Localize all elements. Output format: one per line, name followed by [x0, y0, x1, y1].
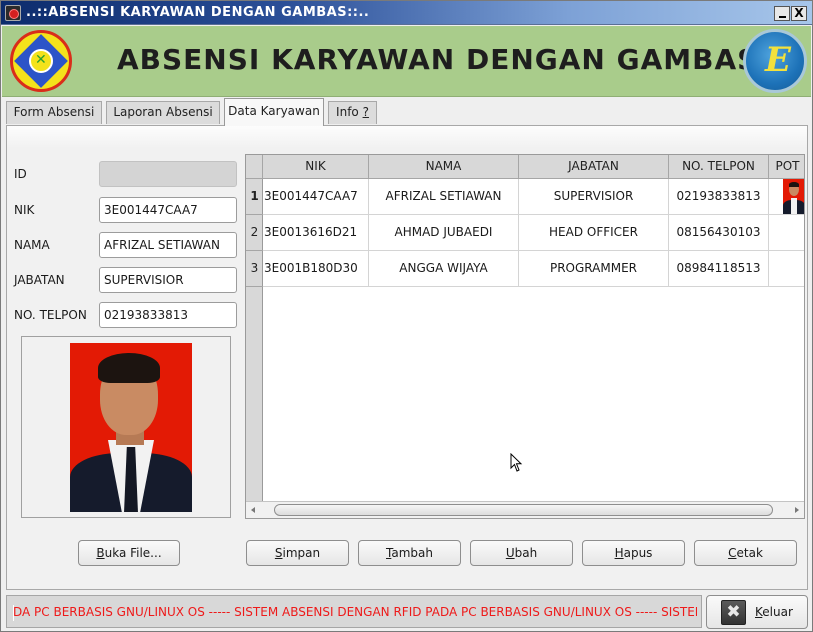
column-header-jabatan[interactable]: JABATAN [519, 155, 669, 179]
tab-info-hotkey: ? [362, 105, 369, 119]
scroll-right-arrow-icon[interactable] [795, 507, 799, 513]
window-title: ..::ABSENSI KARYAWAN DENGAN GAMBAS::.. [26, 5, 370, 20]
mouse-cursor-icon [510, 453, 523, 472]
column-header-poto[interactable]: POT [769, 155, 804, 179]
close-x-icon: ✖ [721, 600, 746, 625]
campus-emblem-logo-icon [10, 30, 72, 92]
app-window: ..::ABSENSI KARYAWAN DENGAN GAMBAS::.. X… [0, 0, 813, 632]
employee-photo-thumbnail [783, 179, 804, 214]
id-field [99, 161, 237, 187]
tab-data-karyawan[interactable]: Data Karyawan [224, 98, 324, 126]
tambah-button[interactable]: Tambah [358, 540, 461, 566]
id-label: ID [14, 167, 27, 181]
tab-info[interactable]: Info ? [328, 101, 377, 124]
column-header-nik[interactable]: NIK [263, 155, 369, 179]
nik-label: NIK [14, 203, 35, 217]
table-cell-poto[interactable] [769, 179, 804, 215]
marquee-text: DA PC BERBASIS GNU/LINUX OS ----- SISTEM… [13, 605, 697, 619]
jabatan-label: JABATAN [14, 273, 65, 287]
table-cell-poto[interactable] [769, 215, 804, 251]
table-cell-nik[interactable]: 3E001447CAA7 [263, 179, 369, 215]
table-corner [246, 155, 263, 179]
nama-label: NAMA [14, 238, 50, 252]
table-cell-telpon[interactable]: 08984118513 [669, 251, 769, 287]
column-header-telpon[interactable]: NO. TELPON [669, 155, 769, 179]
photo-frame [21, 336, 231, 518]
hapus-button[interactable]: Hapus [582, 540, 685, 566]
horizontal-scrollbar[interactable] [246, 501, 804, 518]
table-cell-nama[interactable]: AFRIZAL SETIAWAN [369, 179, 519, 215]
nik-field[interactable]: 3E001447CAA7 [99, 197, 237, 223]
close-button[interactable]: X [791, 6, 807, 21]
scrollbar-thumb[interactable] [274, 504, 773, 516]
table-cell-poto[interactable] [769, 251, 804, 287]
cetak-button[interactable]: Cetak [694, 540, 797, 566]
employee-table[interactable]: NIK NAMA JABATAN NO. TELPON POT 1 3E0014… [245, 154, 805, 519]
keluar-button[interactable]: ✖ Keluar [706, 595, 808, 629]
tab-form-absensi[interactable]: Form Absensi [6, 101, 102, 124]
table-cell-nama[interactable]: ANGGA WIJAYA [369, 251, 519, 287]
employee-photo [70, 343, 192, 512]
table-cell-jabatan[interactable]: SUPERVISIOR [519, 179, 669, 215]
table-cell-telpon[interactable]: 02193833813 [669, 179, 769, 215]
table-cell-telpon[interactable]: 08156430103 [669, 215, 769, 251]
app-icon[interactable] [5, 5, 21, 21]
running-text-marquee: DA PC BERBASIS GNU/LINUX OS ----- SISTEM… [6, 595, 702, 628]
jabatan-field[interactable]: SUPERVISIOR [99, 267, 237, 293]
table-cell-jabatan[interactable]: PROGRAMMER [519, 251, 669, 287]
table-cell-nama[interactable]: AHMAD JUBAEDI [369, 215, 519, 251]
minimize-button[interactable] [774, 6, 790, 21]
banner-title: ABSENSI KARYAWAN DENGAN GAMBAS [117, 43, 759, 76]
header-banner: ABSENSI KARYAWAN DENGAN GAMBAS [2, 26, 811, 97]
column-header-nama[interactable]: NAMA [369, 155, 519, 179]
hima-elektro-logo-icon [743, 29, 807, 93]
table-cell-jabatan[interactable]: HEAD OFFICER [519, 215, 669, 251]
telpon-label: NO. TELPON [14, 308, 87, 322]
scroll-left-arrow-icon[interactable] [251, 507, 255, 513]
simpan-button[interactable]: Simpan [246, 540, 349, 566]
row-header[interactable]: 3 [246, 251, 263, 287]
open-file-button[interactable]: Buka File... [78, 540, 180, 566]
row-header[interactable]: 2 [246, 215, 263, 251]
row-header[interactable]: 1 [246, 179, 263, 215]
table-cell-nik[interactable]: 3E0013616D21 [263, 215, 369, 251]
table-cell-nik[interactable]: 3E001B180D30 [263, 251, 369, 287]
telpon-field[interactable]: 02193833813 [99, 302, 237, 328]
nama-field[interactable]: AFRIZAL SETIAWAN [99, 232, 237, 258]
title-bar[interactable]: ..::ABSENSI KARYAWAN DENGAN GAMBAS::.. X [1, 1, 812, 25]
tab-laporan-absensi[interactable]: Laporan Absensi [106, 101, 220, 124]
ubah-button[interactable]: Ubah [470, 540, 573, 566]
tab-info-label: Info [336, 105, 363, 119]
